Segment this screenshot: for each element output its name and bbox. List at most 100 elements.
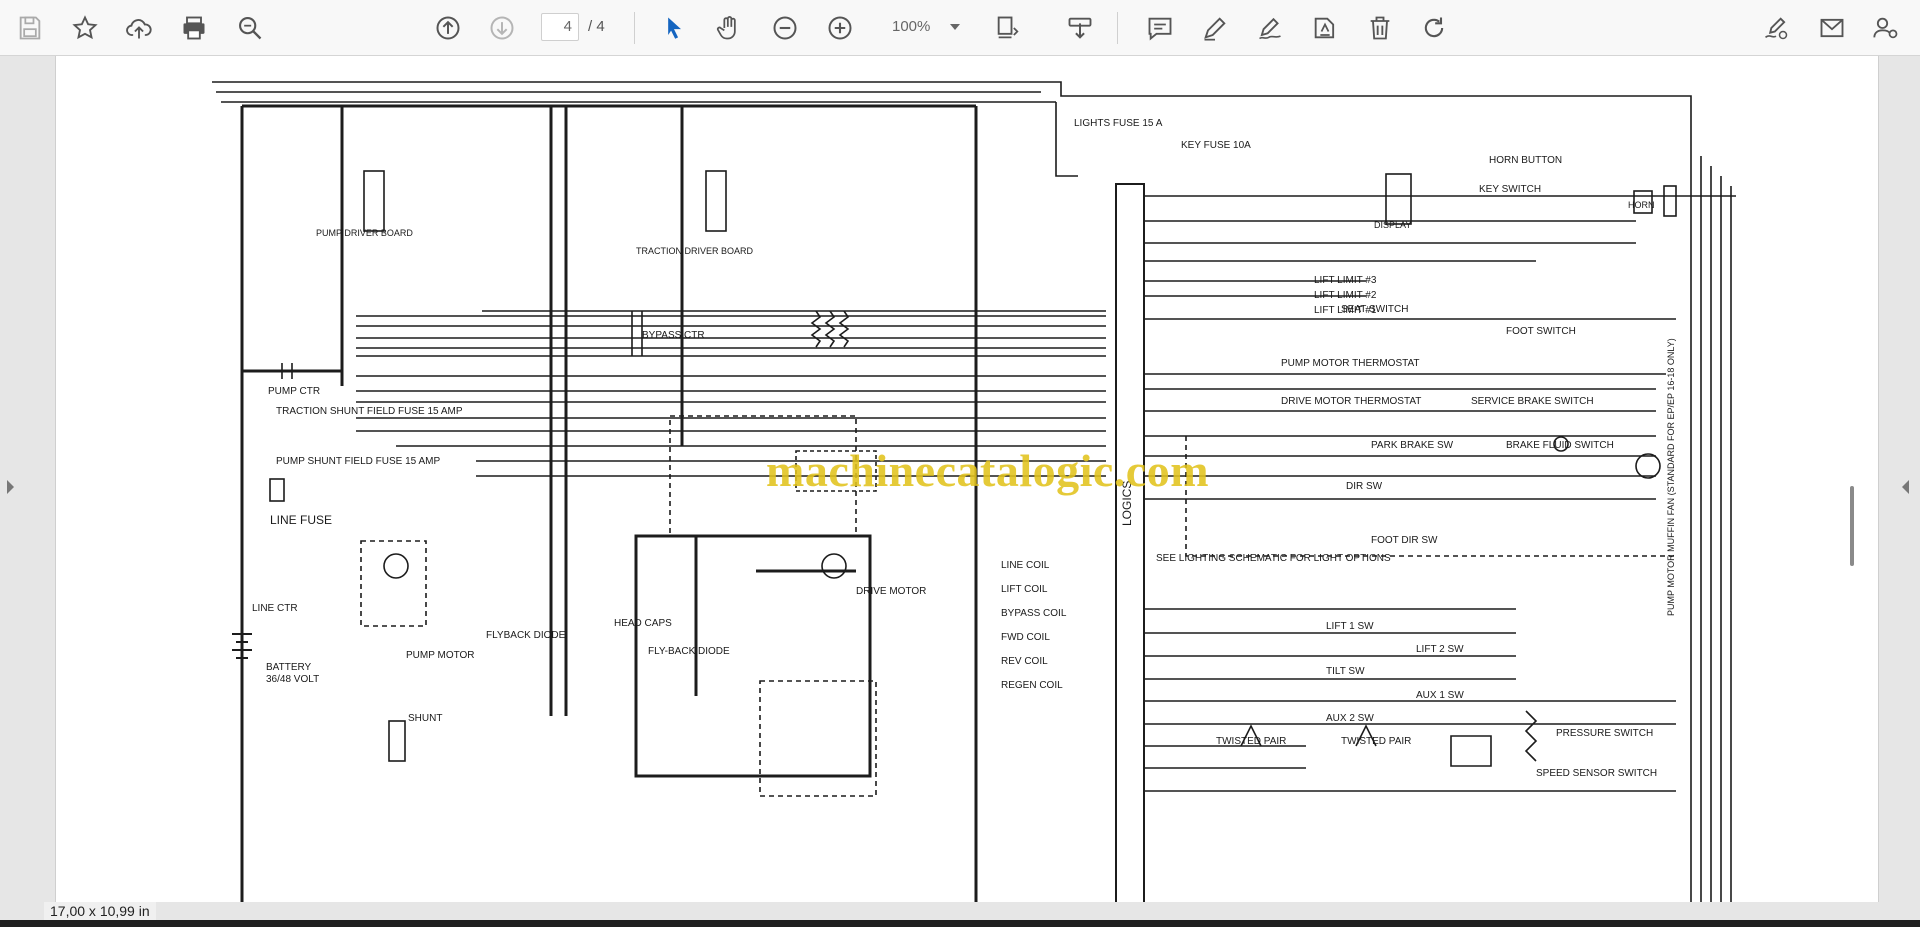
pump-motor-label: PUMP MOTOR: [406, 650, 475, 661]
redo-button[interactable]: [1416, 10, 1452, 46]
toolbar-divider: [634, 12, 635, 44]
pdf-toolbar: 4 / 4 100%: [0, 0, 1920, 56]
line-coil-label: LINE COIL: [1001, 560, 1050, 571]
lights-fuse-label: LIGHTS FUSE 15 A: [1074, 118, 1163, 129]
dir-sw-label: DIR SW: [1346, 481, 1383, 492]
toolbar-divider: [1117, 12, 1118, 44]
speech-bubble-icon: [1148, 17, 1172, 41]
lift-2-sw-label: LIFT 2 SW: [1416, 644, 1464, 655]
redo-icon: [1424, 17, 1444, 38]
line-ctr-label: LINE CTR: [252, 603, 298, 614]
twisted-pair-2-label: TWISTED PAIR: [1341, 736, 1411, 747]
plus-circle-icon: [828, 16, 852, 40]
account-button[interactable]: [1868, 10, 1904, 46]
taskbar-edge: [0, 920, 1920, 927]
arrow-down-circle-icon: [490, 16, 514, 40]
minus-circle-icon: [773, 16, 797, 40]
watermark: machinecatalogic.com: [766, 445, 1210, 496]
stamp-icon: [1314, 17, 1335, 39]
bookmark-button[interactable]: [67, 10, 103, 46]
comment-button[interactable]: [1142, 10, 1178, 46]
pump-ctr-label: PUMP CTR: [268, 386, 320, 397]
draw-button[interactable]: [1252, 10, 1288, 46]
left-panel-rail: [0, 56, 55, 914]
right-panel-rail: [1877, 56, 1920, 914]
chevron-down-icon: [950, 24, 960, 30]
pen-icon: [1204, 17, 1226, 41]
pressure-switch-label: PRESSURE SWITCH: [1556, 728, 1653, 739]
traction-driver-board-label: TRACTION DRIVER BOARD: [636, 246, 754, 256]
cursor-arrow-icon: [668, 17, 681, 39]
fit-page-button[interactable]: [990, 10, 1026, 46]
download-button[interactable]: [1062, 10, 1098, 46]
status-bar: [0, 902, 1920, 920]
star-icon: [72, 15, 98, 40]
trash-icon: [1370, 16, 1390, 40]
hand-tool-button[interactable]: [711, 10, 747, 46]
lift-limit-2-label: LIFT LIMIT #2: [1314, 290, 1377, 301]
select-tool-button[interactable]: [656, 10, 692, 46]
envelope-icon: [1820, 18, 1844, 38]
flyback-diode-label: FLYBACK DIODE: [486, 630, 566, 641]
twisted-pair-label: TWISTED PAIR: [1216, 736, 1286, 747]
rev-coil-label: REV COIL: [1001, 656, 1048, 667]
drive-motor-label: DRIVE MOTOR: [856, 586, 926, 597]
speed-sensor-label: SPEED SENSOR SWITCH: [1536, 768, 1657, 779]
foot-dir-sw-label: FOOT DIR SW: [1371, 535, 1438, 546]
delete-button[interactable]: [1362, 10, 1398, 46]
service-brake-label: SERVICE BRAKE SWITCH: [1471, 396, 1594, 407]
expand-left-panel-icon[interactable]: [7, 480, 14, 494]
foot-switch-label: FOOT SWITCH: [1506, 326, 1576, 337]
stamp-button[interactable]: [1307, 10, 1343, 46]
sign-button[interactable]: [1758, 10, 1794, 46]
tray-download-icon: [1068, 17, 1092, 39]
lighting-note-label: SEE LIGHTING SCHEMATIC FOR LIGHT OPTIONS: [1156, 553, 1391, 564]
park-brake-label: PARK BRAKE SW: [1371, 440, 1454, 451]
save-button[interactable]: [12, 10, 48, 46]
pump-fuse-label: PUMP SHUNT FIELD FUSE 15 AMP: [276, 456, 440, 467]
aux-1-sw-label: AUX 1 SW: [1416, 690, 1464, 701]
key-fuse-label: KEY FUSE 10A: [1181, 140, 1251, 151]
vertical-scrollbar[interactable]: [1850, 486, 1854, 566]
page-number-input[interactable]: 4: [541, 13, 579, 41]
lift-limit-1-label: LIFT LIMIT #1: [1314, 305, 1377, 316]
line-fuse-title: LINE FUSE: [270, 513, 332, 527]
bypass-coil-label: BYPASS COIL: [1001, 608, 1067, 619]
printer-icon: [183, 16, 205, 40]
floppy-disk-icon: [19, 16, 41, 40]
drive-thermostat-label: DRIVE MOTOR THERMOSTAT: [1281, 396, 1421, 407]
user-gear-icon: [1873, 17, 1898, 39]
horn-button-label: HORN BUTTON: [1489, 155, 1562, 166]
shunt-label: SHUNT: [408, 713, 442, 724]
pump-motor-fan-label: PUMP MOTOR MUFFIN FAN (STANDARD FOR EP/E…: [1666, 338, 1676, 616]
arrow-up-circle-icon: [436, 16, 460, 40]
cloud-upload-icon: [126, 19, 152, 39]
display-label: DISPLAY: [1374, 220, 1411, 230]
zoom-in-button[interactable]: [822, 10, 858, 46]
head-caps-label: HEAD CAPS: [614, 618, 672, 629]
battery-voltage-label: 36/48 VOLT: [266, 674, 319, 685]
upload-button[interactable]: [121, 10, 157, 46]
find-button[interactable]: [232, 10, 268, 46]
pump-driver-board-label: PUMP DRIVER BOARD: [316, 228, 413, 238]
page-size-label: 17,00 x 10,99 in: [44, 902, 156, 920]
fwd-coil-label: FWD COIL: [1001, 632, 1050, 643]
highlight-button[interactable]: [1197, 10, 1233, 46]
fly-back-diode-label: FLY-BACK DIODE: [648, 646, 730, 657]
prev-page-button[interactable]: [430, 10, 466, 46]
signature-icon: [1765, 17, 1788, 40]
expand-right-panel-icon[interactable]: [1902, 480, 1909, 494]
battery-label: BATTERY: [266, 662, 312, 673]
lift-1-sw-label: LIFT 1 SW: [1326, 621, 1374, 632]
lift-coil-label: LIFT COIL: [1001, 584, 1048, 595]
pdf-page[interactable]: LIGHTS FUSE 15 A KEY FUSE 10A HORN BUTTO…: [55, 56, 1879, 914]
horn-label: HORN: [1628, 200, 1655, 210]
next-page-button[interactable]: [484, 10, 520, 46]
signature-pen-icon: [1259, 17, 1281, 40]
zoom-out-button[interactable]: [767, 10, 803, 46]
print-button[interactable]: [176, 10, 212, 46]
traction-fuse-label: TRACTION SHUNT FIELD FUSE 15 AMP: [276, 406, 463, 417]
page-total: / 4: [588, 18, 605, 35]
email-button[interactable]: [1814, 10, 1850, 46]
aux-2-sw-label: AUX 2 SW: [1326, 713, 1374, 724]
